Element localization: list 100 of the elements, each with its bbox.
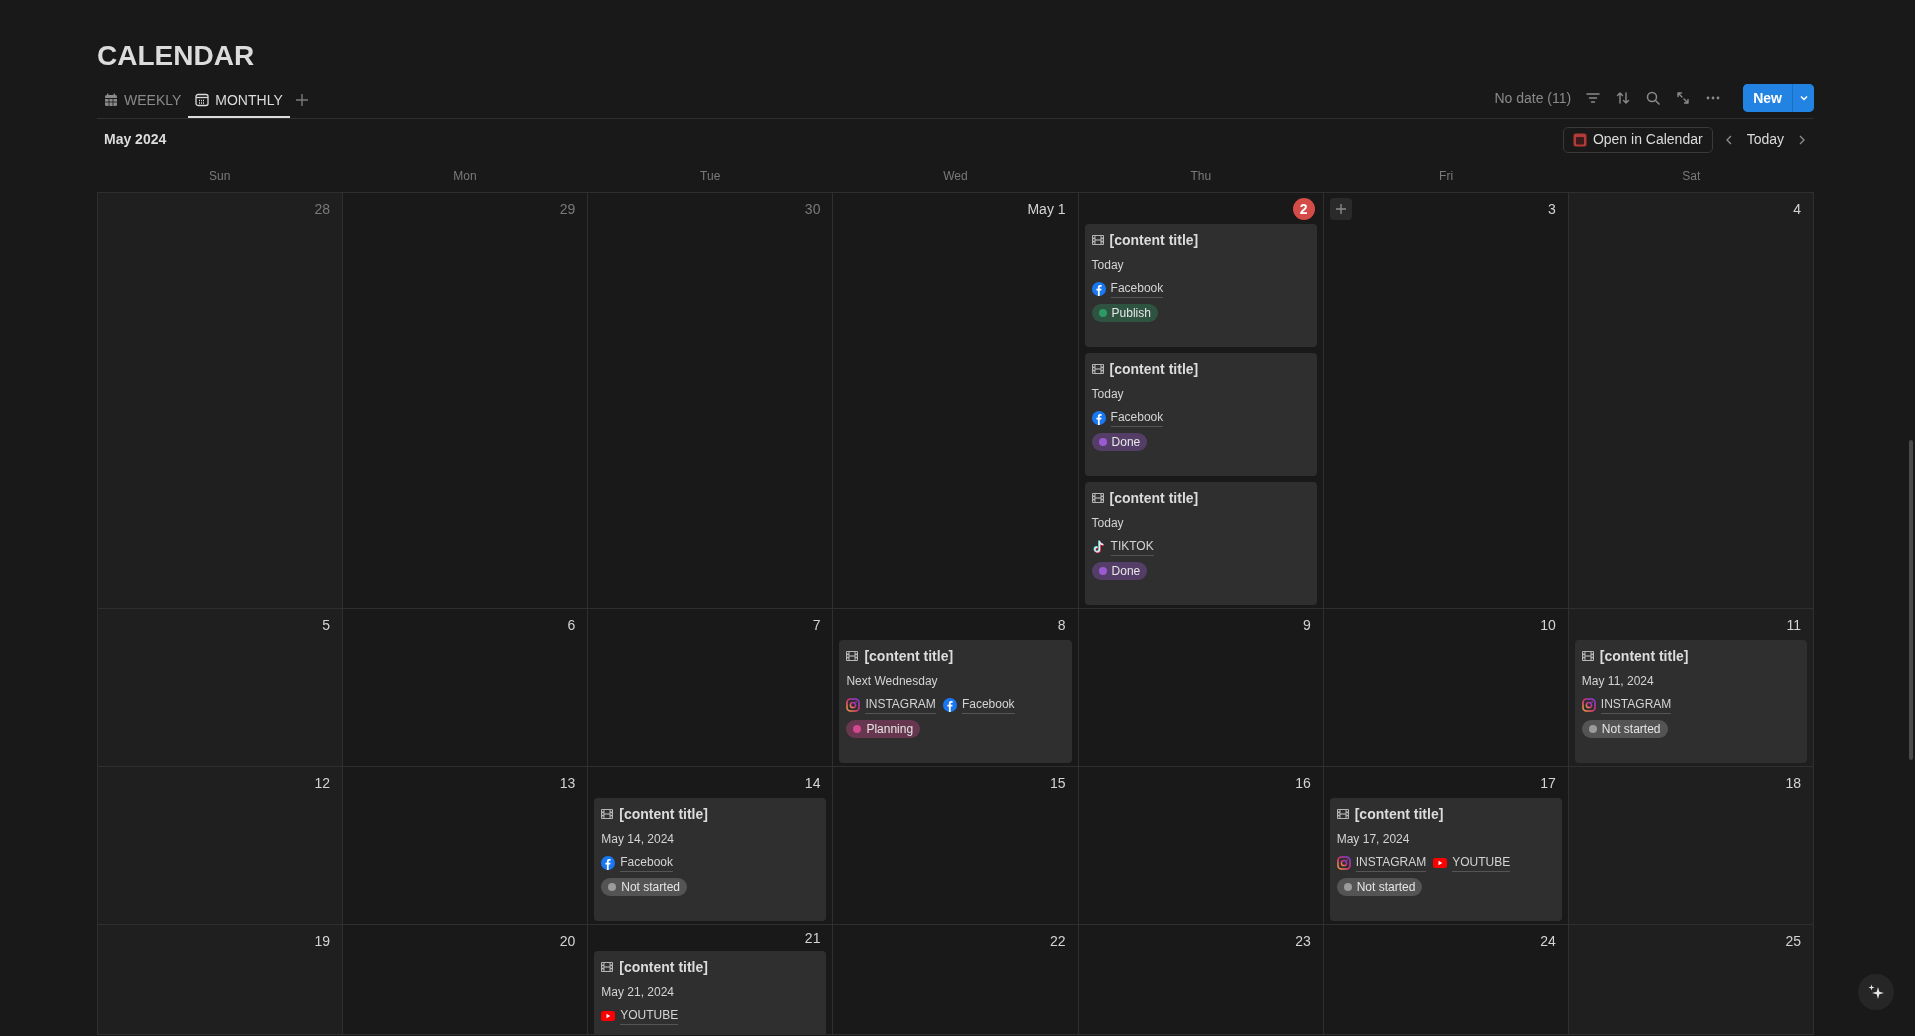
day-cell[interactable]: 3 bbox=[1323, 193, 1569, 609]
sort-icon[interactable] bbox=[1615, 90, 1632, 106]
day-cell[interactable]: 2 [content title] Today Facebook Publish [content title] Today Facebook Done [content title] Today TIKTOK Done bbox=[1078, 193, 1324, 609]
day-cell[interactable]: 6 bbox=[343, 609, 589, 767]
day-cell[interactable]: 19 bbox=[98, 925, 344, 1035]
platform-link[interactable]: Facebook bbox=[1110, 408, 1164, 427]
day-cell[interactable]: 11 [content title] May 11, 2024 INSTAGRAM Not started bbox=[1568, 609, 1814, 767]
filter-icon[interactable] bbox=[1585, 90, 1602, 106]
date-number: 18 bbox=[1785, 773, 1801, 793]
date-number: 25 bbox=[1785, 931, 1801, 951]
day-cell[interactable]: 12 bbox=[98, 767, 344, 925]
event-card[interactable]: [content title] May 14, 2024 Facebook Not started bbox=[594, 798, 827, 921]
day-cell[interactable]: 7 bbox=[588, 609, 834, 767]
scrollbar-thumb[interactable] bbox=[1909, 440, 1913, 760]
date-number: 10 bbox=[1540, 615, 1556, 635]
film-icon bbox=[1091, 235, 1104, 245]
plus-icon bbox=[294, 93, 309, 107]
instagram-icon bbox=[1581, 697, 1596, 712]
event-date: May 21, 2024 bbox=[601, 983, 674, 1001]
day-cell[interactable]: 8 [content title] Next Wednesday INSTAGRAM Facebook Planning bbox=[833, 609, 1079, 767]
youtube-icon bbox=[1433, 857, 1448, 868]
view-tab[interactable]: MONTHLY bbox=[188, 84, 290, 118]
day-cell[interactable]: 4 bbox=[1568, 193, 1814, 609]
day-cell[interactable]: 22 bbox=[833, 925, 1079, 1035]
event-date: May 11, 2024 bbox=[1581, 672, 1654, 690]
facebook-icon bbox=[1091, 281, 1106, 296]
day-cell[interactable]: May 1 bbox=[833, 193, 1079, 609]
day-cell[interactable]: 30 bbox=[588, 193, 834, 609]
date-number: 16 bbox=[1295, 773, 1311, 793]
event-date: Today bbox=[1091, 385, 1124, 403]
open-in-calendar-button[interactable]: Open in Calendar bbox=[1562, 126, 1713, 153]
date-number: 30 bbox=[804, 199, 821, 219]
add-event-button[interactable] bbox=[1329, 198, 1352, 220]
calendar-icon bbox=[195, 93, 210, 107]
ai-assistant-button[interactable] bbox=[1858, 974, 1894, 1010]
date-number: 20 bbox=[559, 931, 576, 951]
event-card[interactable]: [content title] Next Wednesday INSTAGRAM Facebook Planning bbox=[839, 640, 1072, 763]
day-cell[interactable]: 15 bbox=[833, 767, 1079, 925]
platform-link[interactable]: Facebook bbox=[1110, 279, 1164, 298]
platform-link[interactable]: INSTAGRAM bbox=[865, 695, 936, 714]
instagram-icon bbox=[846, 697, 861, 712]
music-note-icon bbox=[1091, 539, 1106, 554]
today-button[interactable]: Today bbox=[1744, 129, 1786, 150]
day-cell[interactable]: 9 bbox=[1078, 609, 1324, 767]
platform-link[interactable]: INSTAGRAM bbox=[1355, 853, 1427, 872]
date-number: 12 bbox=[314, 773, 331, 793]
film-icon bbox=[601, 809, 614, 819]
date-number: 22 bbox=[1050, 931, 1066, 951]
no-date-link[interactable]: No date (11) bbox=[1494, 87, 1572, 109]
facebook-icon bbox=[601, 855, 616, 870]
event-card[interactable]: [content title] May 21, 2024 YOUTUBE bbox=[594, 951, 827, 1034]
day-cell[interactable]: 17 [content title] May 17, 2024 INSTAGRAM YOUTUBE Not started bbox=[1323, 767, 1569, 925]
day-cell[interactable]: 28 bbox=[98, 193, 344, 609]
event-card[interactable]: [content title] Today TIKTOK Done bbox=[1084, 482, 1317, 605]
weekday-label: Thu bbox=[1190, 168, 1212, 185]
event-date: May 17, 2024 bbox=[1336, 830, 1410, 848]
status-label: Done bbox=[1111, 562, 1141, 580]
facebook-icon bbox=[942, 697, 957, 712]
platform-link[interactable]: TIKTOK bbox=[1110, 537, 1154, 556]
platform-link[interactable]: YOUTUBE bbox=[620, 1006, 679, 1025]
date-number: 28 bbox=[314, 199, 331, 219]
platform-link[interactable]: Facebook bbox=[961, 695, 1015, 714]
day-cell[interactable]: 10 bbox=[1323, 609, 1569, 767]
date-number: 24 bbox=[1540, 931, 1556, 951]
event-card[interactable]: [content title] May 11, 2024 INSTAGRAM Not started bbox=[1574, 640, 1807, 763]
date-number: 15 bbox=[1050, 773, 1066, 793]
event-card[interactable]: [content title] May 17, 2024 INSTAGRAM YOUTUBE Not started bbox=[1329, 798, 1562, 921]
event-title: [content title] bbox=[619, 804, 708, 824]
event-title: [content title] bbox=[1109, 359, 1199, 379]
status-label: Not started bbox=[621, 878, 680, 896]
day-cell[interactable]: 5 bbox=[98, 609, 344, 767]
today-date-badge: 2 bbox=[1292, 198, 1315, 220]
event-card[interactable]: [content title] Today Facebook Done bbox=[1084, 353, 1317, 476]
expand-icon[interactable] bbox=[1675, 90, 1692, 106]
platform-link[interactable]: INSTAGRAM bbox=[1600, 695, 1672, 714]
platform-link[interactable]: Facebook bbox=[620, 853, 673, 872]
event-card[interactable]: [content title] Today Facebook Publish bbox=[1084, 224, 1317, 347]
day-cell[interactable]: 14 [content title] May 14, 2024 Facebook Not started bbox=[588, 767, 834, 925]
weekday-label: Fri bbox=[1439, 168, 1454, 185]
day-cell[interactable]: 29 bbox=[343, 193, 589, 609]
weekday-label: Sun bbox=[208, 168, 231, 185]
platform-link[interactable]: YOUTUBE bbox=[1452, 853, 1511, 872]
day-cell[interactable]: 24 bbox=[1323, 925, 1569, 1035]
view-tab[interactable]: WEEKLY bbox=[97, 84, 189, 118]
status-label: Done bbox=[1111, 433, 1141, 451]
date-number: 21 bbox=[804, 929, 821, 948]
calendar-icon bbox=[1572, 132, 1587, 147]
day-cell[interactable]: 21 [content title] May 21, 2024 YOUTUBE bbox=[588, 925, 834, 1035]
event-date: Next Wednesday bbox=[846, 672, 938, 690]
day-cell[interactable]: 25 bbox=[1568, 925, 1814, 1035]
day-cell[interactable]: 18 bbox=[1568, 767, 1814, 925]
day-cell[interactable]: 20 bbox=[343, 925, 589, 1035]
plus-icon bbox=[1334, 203, 1347, 215]
day-cell[interactable]: 23 bbox=[1078, 925, 1324, 1035]
search-icon[interactable] bbox=[1645, 90, 1662, 106]
event-title: [content title] bbox=[619, 957, 708, 977]
date-number: 7 bbox=[812, 615, 821, 635]
event-title: [content title] bbox=[1354, 804, 1444, 824]
day-cell[interactable]: 13 bbox=[343, 767, 589, 925]
day-cell[interactable]: 16 bbox=[1078, 767, 1324, 925]
